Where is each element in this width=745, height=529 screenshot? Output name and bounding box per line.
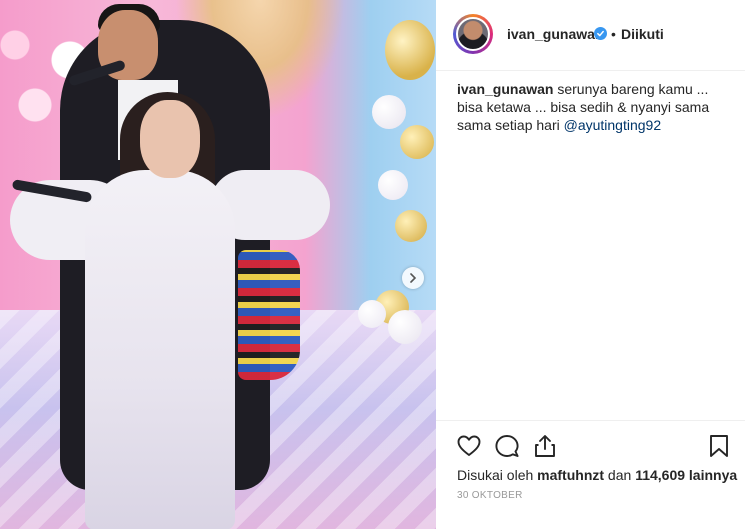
balloon-gold xyxy=(395,210,427,242)
avatar-story-ring[interactable] xyxy=(453,14,493,54)
share-icon[interactable] xyxy=(532,433,558,459)
action-bar xyxy=(436,420,745,471)
carousel-next-button[interactable] xyxy=(402,267,424,289)
likes-count-link[interactable]: 114,609 xyxy=(635,467,685,483)
balloon-gold xyxy=(400,125,434,159)
singer-woman-head xyxy=(140,100,200,178)
balloon-white xyxy=(372,95,406,129)
post-date[interactable]: 30 OKTOBER xyxy=(457,490,523,501)
comment-icon[interactable] xyxy=(494,433,520,459)
balloon-white xyxy=(358,300,386,328)
colorful-scarf xyxy=(238,250,300,380)
balloon-white xyxy=(378,170,408,200)
post-caption: ivan_gunawan serunya bareng kamu ... bis… xyxy=(457,80,727,134)
verified-badge-icon xyxy=(594,27,607,40)
post-sidebar: ivan_gunawan • Diikuti ivan_gunawan seru… xyxy=(436,0,745,529)
post-photo[interactable] xyxy=(0,0,436,529)
balloon-gold xyxy=(385,20,435,80)
header-username[interactable]: ivan_gunawan xyxy=(507,26,603,42)
heart-icon[interactable] xyxy=(456,433,482,459)
likes-suffix[interactable]: lainnya xyxy=(685,467,737,483)
bookmark-icon[interactable] xyxy=(706,433,732,459)
likes-prefix: Disukai oleh xyxy=(457,467,538,483)
caption-mention-link[interactable]: @ayutingting92 xyxy=(564,117,662,133)
header-separator: • xyxy=(611,26,616,42)
caption-username[interactable]: ivan_gunawan xyxy=(457,81,553,97)
chevron-right-icon xyxy=(410,273,417,283)
post-header: ivan_gunawan • Diikuti xyxy=(436,0,745,71)
likes-summary: Disukai oleh maftuhnzt dan 114,609 lainn… xyxy=(457,467,737,483)
follow-status-button[interactable]: Diikuti xyxy=(621,26,664,42)
likes-user-link[interactable]: maftuhnzt xyxy=(537,467,604,483)
checkmark-icon xyxy=(597,30,604,37)
likes-middle: dan xyxy=(604,467,636,483)
balloon-white xyxy=(388,310,422,344)
singer-woman-figure xyxy=(85,170,235,529)
avatar[interactable] xyxy=(456,17,490,51)
